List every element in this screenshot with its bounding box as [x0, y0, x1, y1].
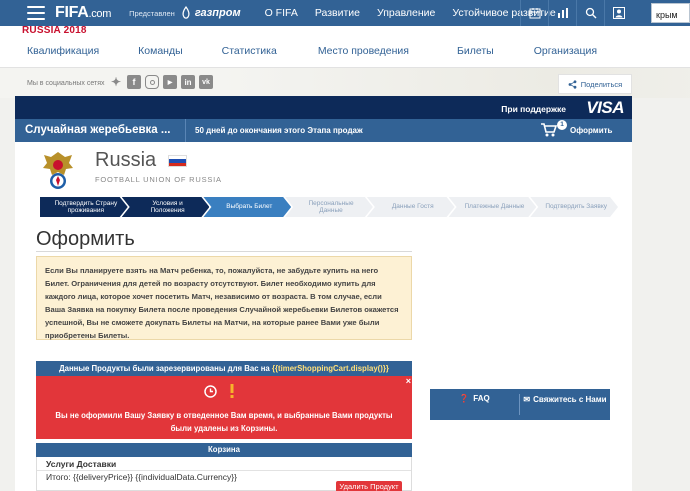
twitter-icon[interactable]: ✦: [109, 75, 123, 89]
nav-organisation[interactable]: Организация: [534, 45, 597, 57]
share-label: Поделиться: [580, 79, 623, 89]
bar-chart-icon[interactable]: [548, 0, 576, 26]
reserved-timer: {{timerShoppingCart.display()}}: [271, 364, 389, 373]
draw-divider: [185, 119, 186, 142]
draw-title[interactable]: Случайная жеребьевка ...: [25, 124, 170, 136]
fifa-logo-suffix: .com: [88, 8, 112, 20]
linkedin-icon[interactable]: in: [181, 75, 195, 89]
fifa-logo[interactable]: FIFA.com: [55, 4, 111, 22]
nav-statistics[interactable]: Статистика: [222, 45, 277, 57]
draw-bar: Случайная жеребьевка ... 50 дней до окон…: [15, 119, 632, 142]
step-select-ticket[interactable]: Выбрать Билет: [203, 197, 291, 217]
step-guest-data[interactable]: Данные Гостя: [367, 197, 455, 217]
nav-qualification[interactable]: Квалификация: [27, 45, 99, 57]
main-panel: Russia FOOTBALL UNION OF RUSSIA Подтверд…: [15, 142, 632, 491]
reserved-label: Данные Продукты были зарезервированы для…: [59, 364, 270, 373]
sub-header: RUSSIA 2018 Квалификация Команды Статист…: [0, 25, 690, 68]
faq-label: FAQ: [473, 394, 490, 403]
title-divider: [36, 251, 412, 252]
social-label: Мы в социальных сетях: [27, 80, 105, 87]
search-input[interactable]: [651, 3, 690, 23]
nav-tickets[interactable]: Билеты: [457, 45, 494, 57]
cart-icon[interactable]: [540, 122, 558, 138]
checkout-steps: Подтвердить Страну проживания Условия и …: [40, 197, 612, 217]
social-icons: ✦ f ▶ in vk: [109, 75, 217, 89]
team-union: FOOTBALL UNION OF RUSSIA: [95, 175, 222, 184]
vk-icon[interactable]: vk: [199, 75, 213, 89]
top-icons: [520, 0, 632, 26]
faq-link[interactable]: ❓ FAQ: [430, 389, 519, 420]
page-title: Оформить: [36, 228, 135, 250]
top-nav-governance[interactable]: Управление: [377, 7, 435, 19]
supported-by-label: При поддержке: [501, 104, 566, 114]
share-button[interactable]: Поделиться: [558, 74, 632, 94]
days-left-label: 50 дней до окончания этого Этапа продаж: [195, 126, 363, 135]
menu-icon[interactable]: [27, 6, 45, 20]
cart-count-badge: 1: [557, 120, 567, 130]
top-bar: FIFA.com Представлен газпром О FIFA Разв…: [0, 0, 690, 26]
basket-header: Корзина: [36, 443, 412, 457]
sponsor-name: газпром: [194, 7, 241, 19]
sponsor-logo[interactable]: газпром: [179, 6, 241, 20]
russia-flag-icon: [168, 155, 187, 167]
step-confirm-country[interactable]: Подтвердить Страну проживания: [40, 197, 128, 217]
basket: Услуги Доставки Итого: {{deliveryPrice}}…: [36, 457, 412, 491]
facebook-icon[interactable]: f: [127, 75, 141, 89]
visa-sponsor-strip: При поддержке VISA: [15, 96, 632, 119]
top-nav-development[interactable]: Развитие: [315, 7, 360, 19]
envelope-icon: ✉: [523, 395, 531, 404]
nav-venues[interactable]: Место проведения: [318, 45, 409, 57]
user-icon[interactable]: [604, 0, 632, 26]
presented-by-label: Представлен: [129, 8, 175, 18]
clock-icon: [204, 384, 217, 398]
alert-message: Вы не оформили Вашу Заявку в отведенное …: [55, 411, 393, 433]
help-box: ❓ FAQ ✉ Свяжитесь с Нами: [430, 389, 610, 420]
close-icon[interactable]: ×: [406, 376, 411, 386]
visa-logo[interactable]: VISA: [586, 98, 624, 118]
checkout-link[interactable]: Оформить: [570, 126, 612, 135]
step-personal-data[interactable]: Персональные Данные: [285, 197, 373, 217]
event-logo[interactable]: RUSSIA 2018: [22, 25, 87, 36]
share-icon: [568, 79, 577, 89]
reserved-timer-bar: Данные Продукты были зарезервированы для…: [36, 361, 412, 376]
contact-label: Свяжитесь с Нами: [533, 395, 607, 404]
gazprom-flame-icon: [182, 6, 190, 19]
nav-teams[interactable]: Команды: [138, 45, 183, 57]
calendar-icon[interactable]: [520, 0, 548, 26]
child-ticket-notice: Если Вы планируете взять на Матч ребенка…: [36, 256, 412, 340]
basket-divider: [37, 470, 411, 471]
expired-alert: × Вы не оформили Вашу Заявку в отведенно…: [36, 376, 412, 439]
exclamation-icon: [230, 384, 234, 398]
search-icon[interactable]: [576, 0, 604, 26]
step-payment-data[interactable]: Платежные Данные: [449, 197, 537, 217]
section-nav: Квалификация Команды Статистика Место пр…: [27, 45, 597, 57]
football-union-emblem-icon: [43, 152, 73, 189]
team-name: Russia: [95, 149, 157, 171]
remove-product-button[interactable]: Удалить Продукт: [336, 481, 402, 491]
alert-icons: [204, 384, 236, 398]
top-nav-about[interactable]: О FIFA: [265, 7, 298, 19]
contact-us-link[interactable]: ✉ Свяжитесь с Нами: [520, 389, 610, 420]
step-terms[interactable]: Условия и Положения: [122, 197, 210, 217]
delivery-services-label: Услуги Доставки: [46, 459, 117, 469]
step-confirm-application[interactable]: Подтвердить Заявку: [530, 197, 618, 217]
instagram-icon[interactable]: [145, 75, 159, 89]
youtube-icon[interactable]: ▶: [163, 75, 177, 89]
question-icon: ❓: [459, 394, 470, 403]
fifa-logo-text: FIFA: [55, 4, 89, 21]
basket-total: Итого: {{deliveryPrice}} {{individualDat…: [46, 472, 237, 482]
